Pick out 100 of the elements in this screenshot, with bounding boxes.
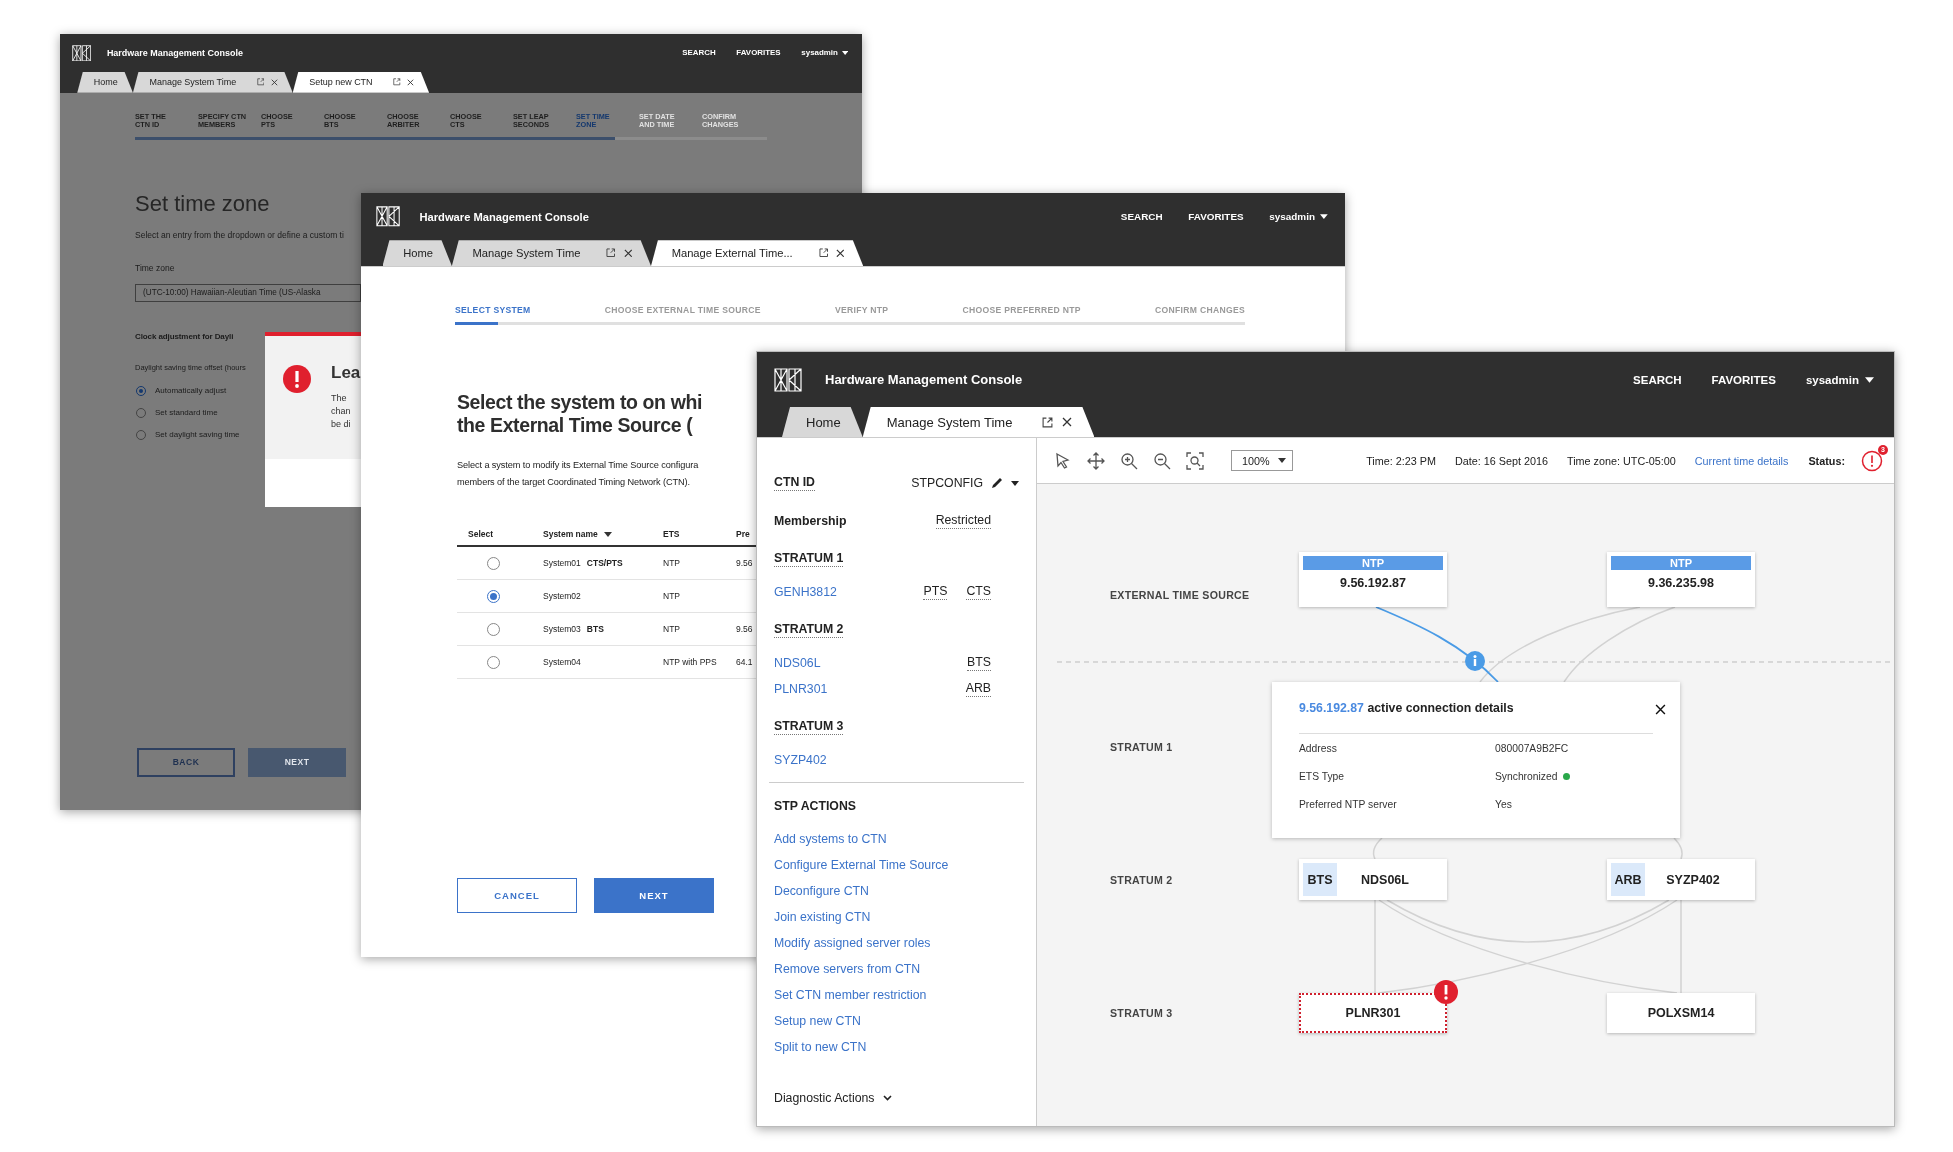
- caret-icon: [1278, 458, 1286, 463]
- table-cell-text: NTP: [662, 624, 681, 635]
- info-icon[interactable]: [1465, 651, 1485, 671]
- nav-link[interactable]: FAVORITES: [1711, 373, 1776, 386]
- section-title: STP ACTIONS: [774, 799, 856, 813]
- diagnostic-actions-toggle[interactable]: Diagnostic Actions: [774, 1091, 893, 1105]
- column-header[interactable]: System name: [532, 529, 612, 540]
- pointer-icon[interactable]: [1054, 451, 1072, 470]
- action-link[interactable]: Configure External Time Source: [774, 858, 949, 872]
- close-icon[interactable]: [270, 78, 278, 86]
- action-link[interactable]: Deconfigure CTN: [774, 884, 869, 898]
- tab[interactable]: Manage External Time...: [651, 240, 864, 267]
- nav-link[interactable]: SEARCH: [1120, 211, 1163, 223]
- popout-icon[interactable]: [1042, 416, 1054, 428]
- cancel-button[interactable]: CANCEL: [457, 878, 577, 914]
- tab[interactable]: Home: [382, 240, 452, 267]
- dialog-title: Lea: [331, 362, 361, 383]
- tab[interactable]: Manage System Time: [862, 407, 1095, 437]
- tab[interactable]: Home: [77, 71, 133, 93]
- action-link[interactable]: Split to new CTN: [774, 1040, 867, 1054]
- time-zone-text: Time zone: UTC-05:00: [1567, 454, 1676, 467]
- close-icon[interactable]: [623, 248, 633, 258]
- alert-icon[interactable]: [1434, 980, 1458, 1004]
- section-title: Clock adjustment for Dayli: [135, 330, 234, 343]
- back-button[interactable]: BACK: [137, 747, 235, 777]
- close-icon[interactable]: [835, 248, 845, 258]
- column-header[interactable]: Pre: [736, 529, 750, 540]
- action-link[interactable]: Remove servers from CTN: [774, 962, 921, 976]
- time-details-link[interactable]: Current time details: [1694, 454, 1789, 467]
- close-icon[interactable]: [407, 78, 414, 86]
- option-label: Set standard time: [155, 408, 218, 418]
- action-link[interactable]: Set CTN member restriction: [774, 988, 927, 1002]
- table-cell-text: 9.56: [736, 624, 754, 635]
- popout-icon[interactable]: [818, 248, 828, 258]
- system-node[interactable]: BTS NDS06L: [1299, 859, 1447, 900]
- step-label[interactable]: CHOOSE PREFERRED NTP: [962, 305, 1081, 317]
- node-name: POLXSM14: [1647, 1006, 1715, 1020]
- next-button[interactable]: NEXT: [248, 747, 346, 777]
- address-link[interactable]: 9.56.192.87: [1299, 700, 1364, 715]
- system-link[interactable]: NDS06L: [774, 656, 821, 670]
- alert-icon[interactable]: [1861, 449, 1883, 472]
- time-zone-field[interactable]: (UTC-10:00) Hawaiian-Aleutian Time (US-Alaska: [135, 283, 361, 302]
- nav-link[interactable]: FAVORITES: [1188, 211, 1244, 223]
- role-tag: CTS: [966, 584, 991, 600]
- zoom-out-icon[interactable]: [1153, 451, 1171, 470]
- connector-line: [1372, 837, 1383, 860]
- node-name: PLNR301: [1345, 1006, 1401, 1020]
- app-title: Hardware Management Console: [419, 210, 589, 223]
- action-link[interactable]: Setup new CTN: [774, 1014, 861, 1028]
- system-node[interactable]: NTP 9.36.235.98: [1607, 552, 1755, 607]
- alert-icon: [283, 364, 311, 393]
- column-header[interactable]: Select: [457, 529, 494, 540]
- field-label: CTN ID: [774, 475, 815, 491]
- connector-line: [1673, 837, 1683, 860]
- tab[interactable]: Manage System Time: [132, 71, 293, 93]
- step-label[interactable]: CHOOSE EXTERNAL TIME SOURCE: [604, 305, 761, 317]
- time-text: Time: 2:23 PM: [1366, 454, 1436, 467]
- user-menu[interactable]: sysadmin: [1805, 373, 1874, 386]
- caret-icon: [1011, 480, 1019, 486]
- node-name: SYZP402: [1665, 872, 1721, 887]
- pencil-icon[interactable]: [991, 477, 1003, 489]
- ctn-value[interactable]: STPCONFIG: [911, 476, 983, 490]
- close-icon[interactable]: [1655, 704, 1666, 715]
- user-menu[interactable]: sysadmin: [1269, 211, 1328, 223]
- source-type-bar: NTP: [1611, 556, 1751, 570]
- system-link[interactable]: SYZP402: [774, 753, 827, 767]
- app-title: Hardware Management Console: [825, 372, 1023, 387]
- close-icon[interactable]: [1062, 417, 1073, 427]
- column-header[interactable]: ETS: [652, 529, 680, 540]
- step-label[interactable]: SELECT SYSTEM: [455, 305, 531, 317]
- page-title: Set time zone: [135, 191, 270, 216]
- system-node[interactable]: POLXSM14: [1607, 993, 1755, 1033]
- system-link[interactable]: GENH3812: [774, 585, 837, 599]
- option-label: Set daylight saving time: [155, 430, 240, 440]
- zoom-dropdown[interactable]: 100%: [1231, 450, 1293, 471]
- step-label[interactable]: CONFIRM CHANGES: [1155, 305, 1245, 317]
- action-link[interactable]: Add systems to CTN: [774, 832, 887, 846]
- zoom-in-icon[interactable]: [1120, 451, 1138, 470]
- fit-to-screen-icon[interactable]: [1186, 451, 1204, 470]
- system-node[interactable]: ARB SYZP402: [1607, 859, 1755, 900]
- next-button[interactable]: NEXT: [594, 878, 714, 914]
- tab[interactable]: Home: [782, 407, 863, 437]
- caret-icon: [1865, 376, 1874, 383]
- chevron-icon: [883, 1095, 893, 1101]
- popout-icon[interactable]: [606, 248, 616, 258]
- step-label[interactable]: VERIFY NTP: [834, 305, 889, 317]
- system-node[interactable]: NTP 9.56.192.87: [1299, 552, 1447, 607]
- action-link[interactable]: Join existing CTN: [774, 910, 871, 924]
- table-cell-text: 64.1: [736, 657, 754, 668]
- table-cell-text: System01 CTS/PTS: [542, 558, 624, 569]
- stratum-label: EXTERNAL TIME SOURCE: [1110, 588, 1250, 602]
- move-icon[interactable]: [1087, 451, 1105, 470]
- tab[interactable]: Manage System Time: [451, 240, 651, 267]
- system-link[interactable]: PLNR301: [774, 682, 828, 696]
- stratum-label: STRATUM 1: [1110, 740, 1173, 754]
- nav-link[interactable]: SEARCH: [1633, 373, 1682, 386]
- source-type-bar: NTP: [1303, 556, 1443, 570]
- tab[interactable]: Setup new CTN: [292, 71, 430, 93]
- system-node[interactable]: PLNR301: [1299, 993, 1447, 1033]
- action-link[interactable]: Modify assigned server roles: [774, 936, 931, 950]
